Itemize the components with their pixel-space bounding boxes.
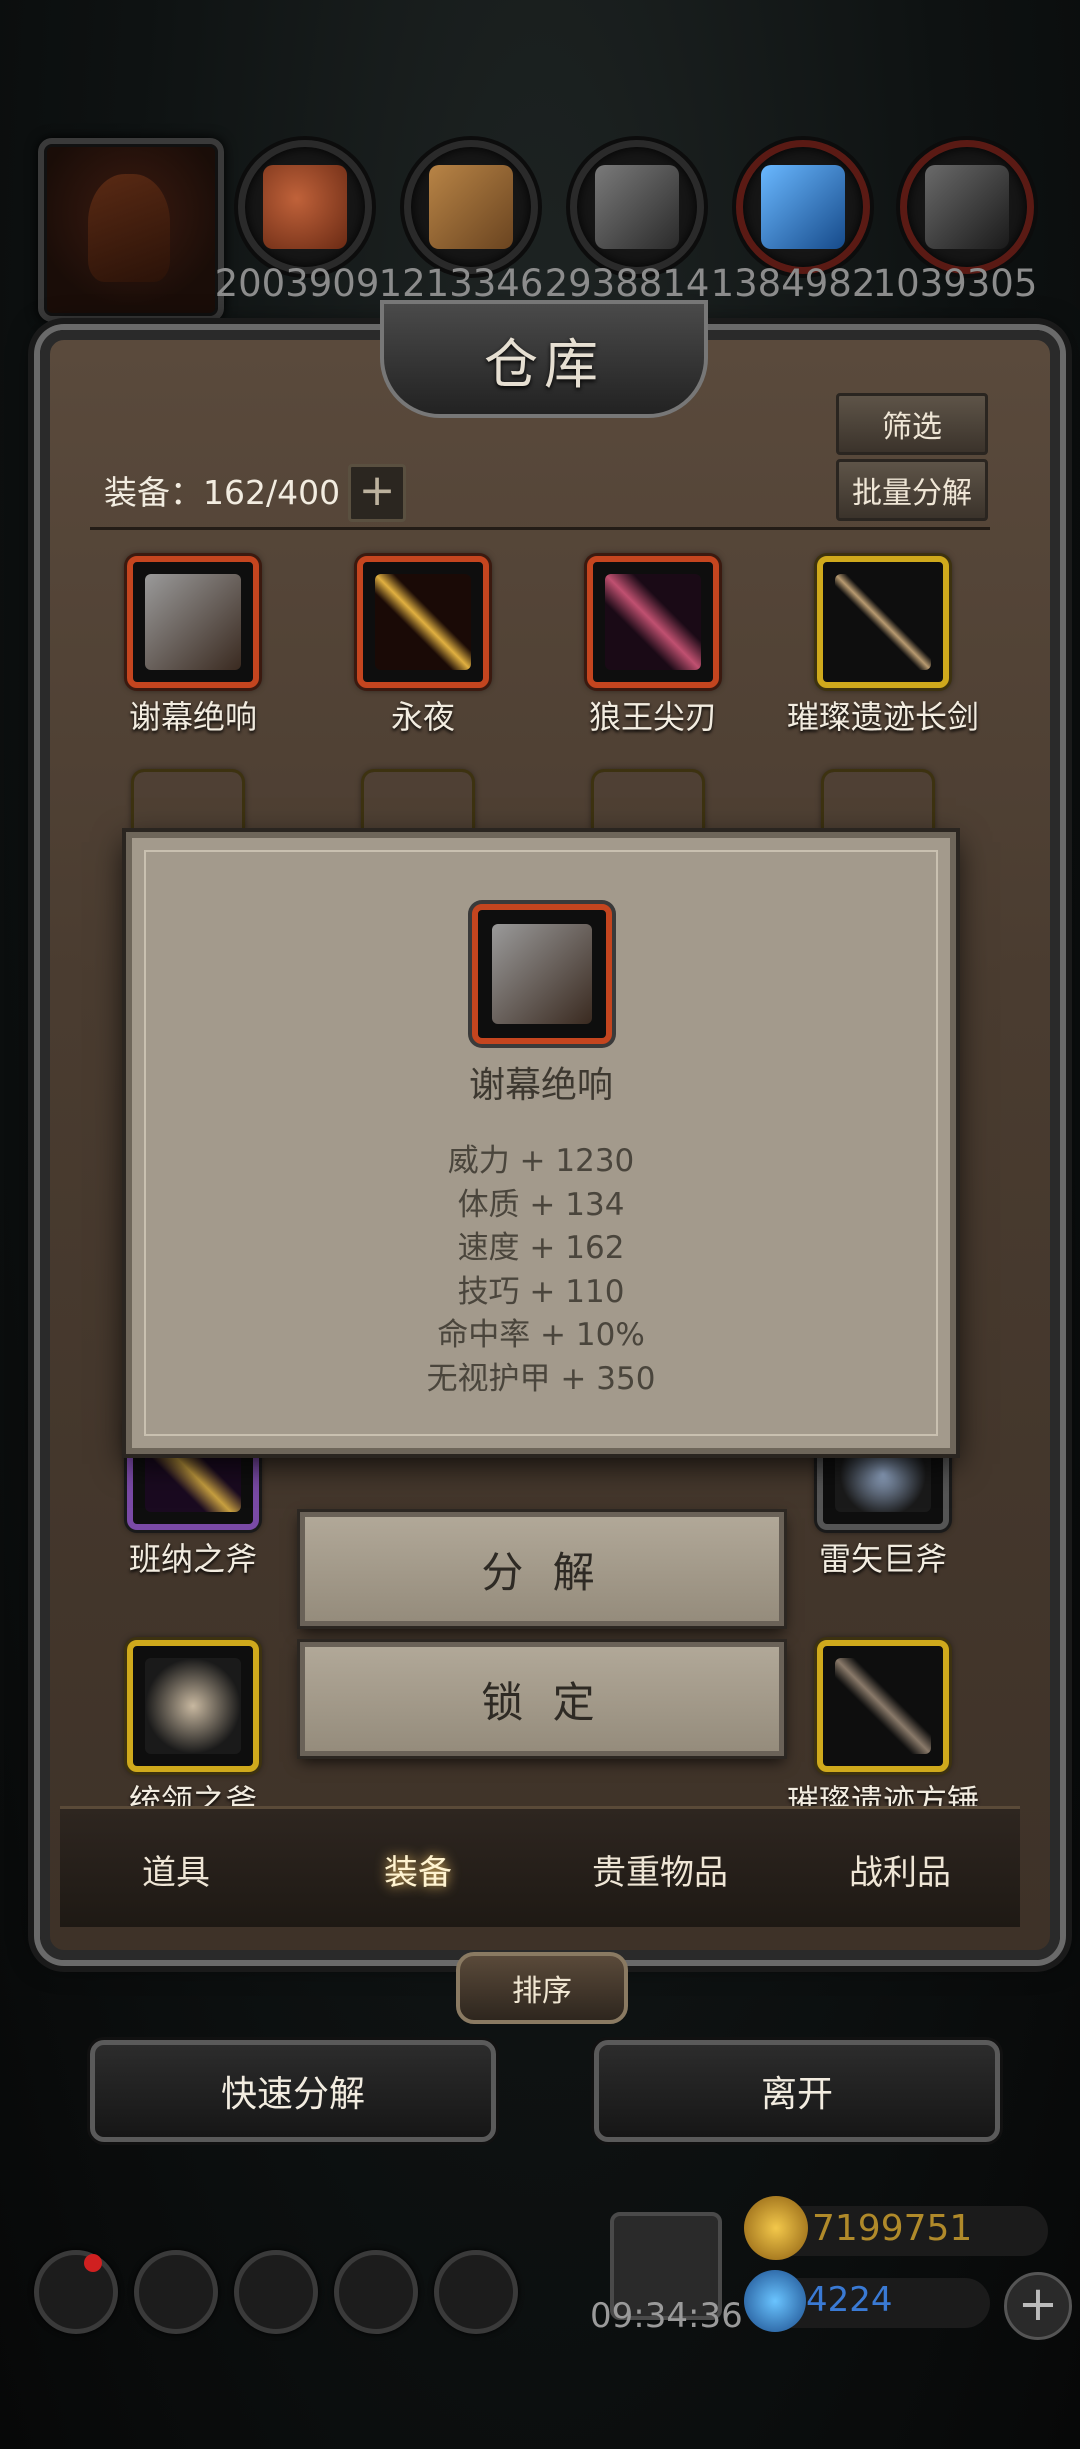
item-slot-2[interactable]: 永夜 — [308, 556, 538, 738]
item-frame — [817, 1640, 949, 1772]
wood-count: 1213346 — [378, 262, 544, 305]
gem-icon — [744, 2270, 806, 2332]
item-name: 雷矢巨斧 — [818, 1540, 947, 1578]
gem-amount: 4224 — [806, 2280, 893, 2320]
category-tabs: 道具 装备 贵重物品 战利品 — [60, 1806, 1020, 1927]
item-frame — [587, 556, 719, 688]
quick-decompose-button[interactable]: 快速分解 — [90, 2040, 496, 2142]
revolver-icon — [145, 574, 241, 670]
leather-count: 2003909 — [214, 262, 380, 305]
item-slot-1[interactable]: 谢幕绝响 — [78, 556, 308, 738]
item-slot-3[interactable]: 狼王尖刃 — [538, 556, 768, 738]
blade-icon — [605, 574, 701, 670]
revolver-icon — [492, 924, 592, 1024]
iron-count: 2938814 — [544, 262, 710, 305]
item-detail-popup: 谢幕绝响 威力 + 1230 体质 + 134 速度 + 162 技巧 + 11… — [126, 832, 956, 1454]
item-slot-8[interactable]: 璀璨遗迹方锤 — [768, 1640, 998, 1810]
add-gems-button[interactable]: + — [1004, 2272, 1072, 2340]
item-slot-4[interactable]: 璀璨遗迹长剑 — [768, 556, 998, 738]
wood-resource[interactable] — [404, 140, 538, 274]
stat-power: 威力 + 1230 — [447, 1143, 635, 1179]
lock-button[interactable]: 锁 定 — [300, 1642, 784, 1756]
item-name: 谢幕绝响 — [128, 698, 257, 736]
ore-icon — [925, 165, 1009, 249]
mail-icon[interactable] — [334, 2250, 418, 2334]
item-slot-partial[interactable] — [364, 772, 472, 832]
hooded-figure-icon — [88, 174, 170, 282]
crystal-count: 1384982 — [710, 262, 876, 305]
gold-coin-icon — [744, 2196, 808, 2260]
skills-icon[interactable] — [234, 2250, 318, 2334]
wood-icon — [429, 165, 513, 249]
stat-speed: 速度 + 162 — [457, 1230, 625, 1266]
gold-amount: 7199751 — [812, 2208, 973, 2249]
item-frame — [357, 556, 489, 688]
page-title: 仓库 — [484, 332, 604, 396]
ore-resource[interactable] — [900, 140, 1034, 274]
longsword-icon — [835, 574, 931, 670]
popup-item-name: 谢幕绝响 — [468, 1065, 613, 1106]
bag-icon[interactable] — [434, 2250, 518, 2334]
item-frame — [127, 1640, 259, 1772]
stat-armor-pierce: 无视护甲 + 350 — [426, 1360, 656, 1397]
sort-button[interactable]: 排序 — [456, 1952, 628, 2024]
equipment-count: 装备：162/400 — [104, 473, 341, 512]
crystal-icon — [761, 165, 845, 249]
filter-button[interactable]: 筛选 — [836, 393, 988, 455]
hero-portrait[interactable] — [38, 138, 224, 322]
leave-button[interactable]: 离开 — [594, 2040, 1000, 2142]
item-frame — [127, 556, 259, 688]
crystal-resource[interactable] — [736, 140, 870, 274]
item-slot-partial[interactable] — [594, 772, 702, 832]
tab-loot[interactable]: 战利品 — [800, 1845, 1000, 1894]
settings-icon[interactable] — [34, 2250, 118, 2334]
item-frame — [817, 556, 949, 688]
leather-icon — [263, 165, 347, 249]
item-name: 班纳之斧 — [128, 1540, 257, 1578]
stat-list: 威力 + 1230 体质 + 134 速度 + 162 技巧 + 110 命中率… — [132, 1140, 950, 1401]
item-name: 狼王尖刃 — [588, 698, 717, 736]
item-slot-7[interactable]: 统领之斧 — [78, 1640, 308, 1810]
notification-dot — [84, 2254, 102, 2272]
tab-valuables[interactable]: 贵重物品 — [560, 1845, 760, 1894]
item-slot-partial[interactable] — [824, 772, 932, 832]
iron-icon — [595, 165, 679, 249]
hammer-icon — [835, 1658, 931, 1754]
item-slot-partial[interactable] — [134, 772, 242, 832]
gift-timer: 09:34:36 — [590, 2296, 743, 2336]
leather-resource[interactable] — [238, 140, 372, 274]
divider — [90, 527, 990, 530]
decompose-button[interactable]: 分 解 — [300, 1512, 784, 1626]
stat-skill: 技巧 + 110 — [457, 1273, 625, 1310]
stat-accuracy: 命中率 + 10% — [437, 1317, 645, 1353]
item-name: 统领之斧 — [128, 1782, 257, 1810]
item-name: 璀璨遗迹长剑 — [786, 698, 979, 736]
item-name: 璀璨遗迹方锤 — [786, 1782, 979, 1810]
warehouse-title-plate: 仓库 — [380, 300, 708, 418]
batch-decompose-button[interactable]: 批量分解 — [836, 459, 988, 521]
ore-count: 1039305 — [872, 262, 1038, 305]
popup-item-frame — [472, 904, 612, 1044]
tab-items[interactable]: 道具 — [76, 1845, 276, 1894]
battle-axe-icon — [145, 1658, 241, 1754]
tab-equipment[interactable]: 装备 — [318, 1845, 518, 1894]
dagger-icon — [375, 574, 471, 670]
iron-resource[interactable] — [570, 140, 704, 274]
character-icon[interactable] — [134, 2250, 218, 2334]
item-name: 永夜 — [390, 698, 455, 736]
expand-capacity-button[interactable]: + — [348, 464, 406, 522]
stat-constitution: 体质 + 134 — [457, 1186, 625, 1223]
